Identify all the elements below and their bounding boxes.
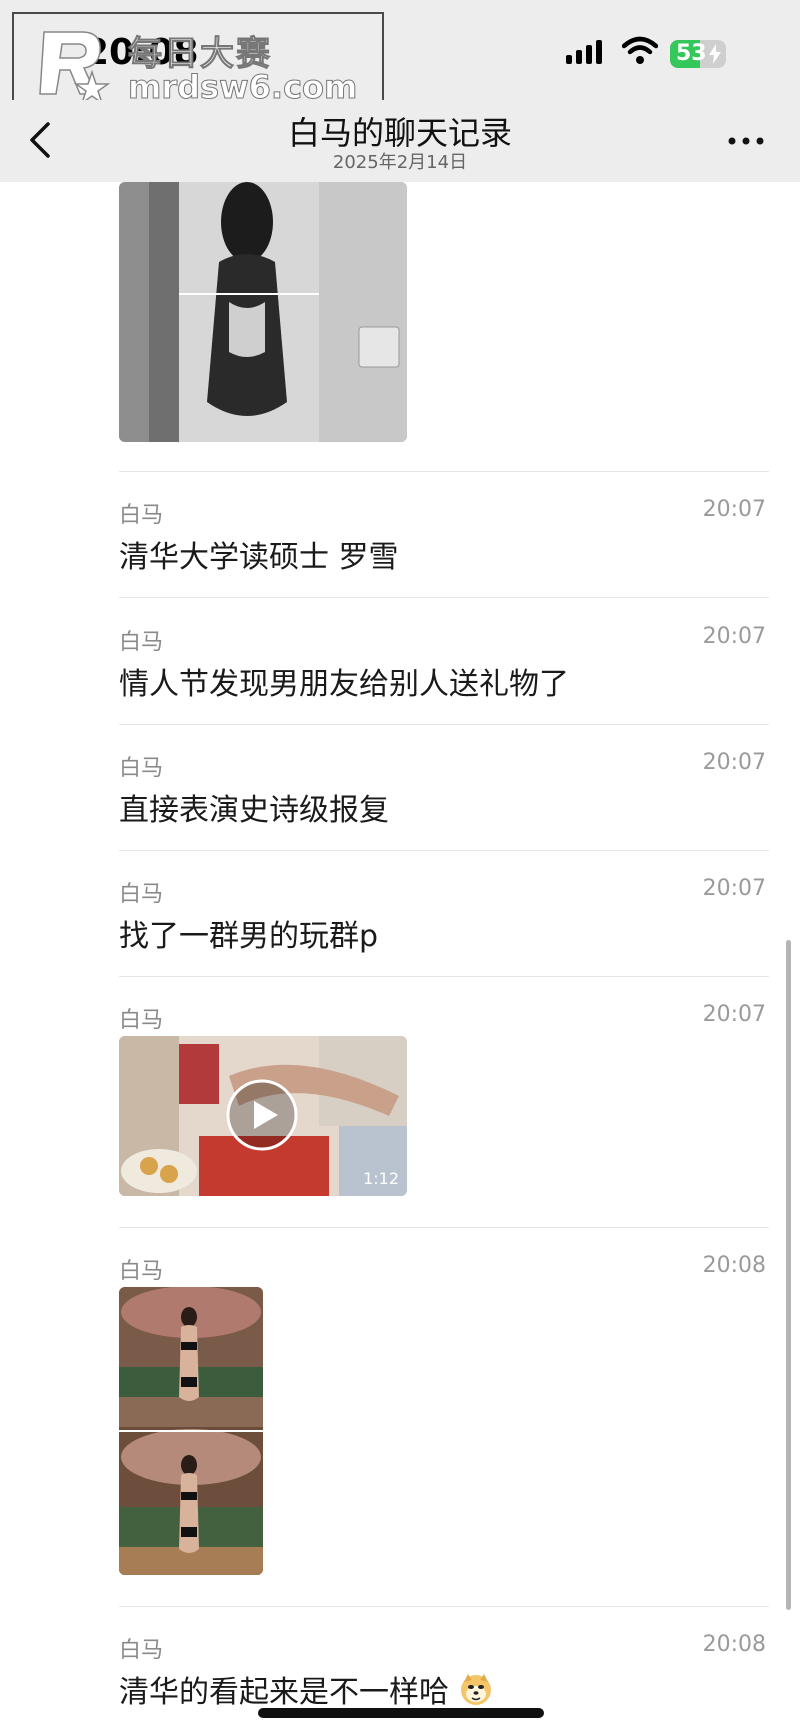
- message-divider: [119, 724, 769, 725]
- battery-level: 53: [676, 41, 707, 66]
- battery-indicator: 53: [670, 40, 726, 68]
- page-subtitle: 2025年2月14日: [332, 152, 468, 173]
- message-sender: 白马: [119, 503, 164, 528]
- message-sender: 白马: [119, 1259, 164, 1284]
- nav-bar: 白马的聊天记录 2025年2月14日: [0, 100, 800, 182]
- more-options-button[interactable]: [726, 126, 766, 156]
- scrollbar[interactable]: [786, 940, 791, 1610]
- cellular-signal-icon: [566, 40, 602, 64]
- message-sender: 白马: [119, 1008, 164, 1033]
- message-sender: 白马: [119, 1638, 164, 1663]
- message-divider: [119, 850, 769, 851]
- message-divider: [119, 471, 769, 472]
- message-time: 20:07: [702, 876, 766, 901]
- doge-emoji-icon: [460, 1674, 491, 1705]
- message-divider: [119, 1227, 769, 1228]
- message-sender: 白马: [119, 630, 164, 655]
- image-thumbnail[interactable]: [119, 182, 407, 442]
- message-sender: 白马: [119, 756, 164, 781]
- message-sender: 白马: [119, 882, 164, 907]
- message-text[interactable]: 清华大学读硕士 罗雪: [119, 532, 399, 576]
- message-time: 20:07: [702, 624, 766, 649]
- charging-bolt-icon: [709, 44, 721, 64]
- status-bar: 20:08 每日大赛 mrdsw6.com 53: [0, 0, 800, 124]
- message-time: 20:08: [702, 1632, 766, 1657]
- message-time: 20:07: [702, 750, 766, 775]
- message-divider: [119, 597, 769, 598]
- message-time: 20:07: [702, 497, 766, 522]
- message-text-content: 清华的看起来是不一样哈: [119, 1675, 449, 1710]
- message-text[interactable]: 清华的看起来是不一样哈: [119, 1667, 493, 1711]
- home-indicator[interactable]: [258, 1708, 544, 1718]
- message-time: 20:08: [702, 1253, 766, 1278]
- message-text[interactable]: 直接表演史诗级报复: [119, 785, 389, 829]
- video-duration: 1:12: [363, 1169, 399, 1188]
- message-divider: [119, 1606, 769, 1607]
- image-thumbnail[interactable]: [119, 1287, 263, 1575]
- message-time: 20:07: [702, 1002, 766, 1027]
- message-text[interactable]: 找了一群男的玩群p: [119, 911, 378, 955]
- wifi-icon: [622, 36, 658, 64]
- play-icon[interactable]: [225, 1078, 299, 1152]
- video-thumbnail[interactable]: 1:12: [119, 1036, 407, 1196]
- message-divider: [119, 976, 769, 977]
- message-text[interactable]: 情人节发现男朋友给别人送礼物了: [119, 659, 569, 703]
